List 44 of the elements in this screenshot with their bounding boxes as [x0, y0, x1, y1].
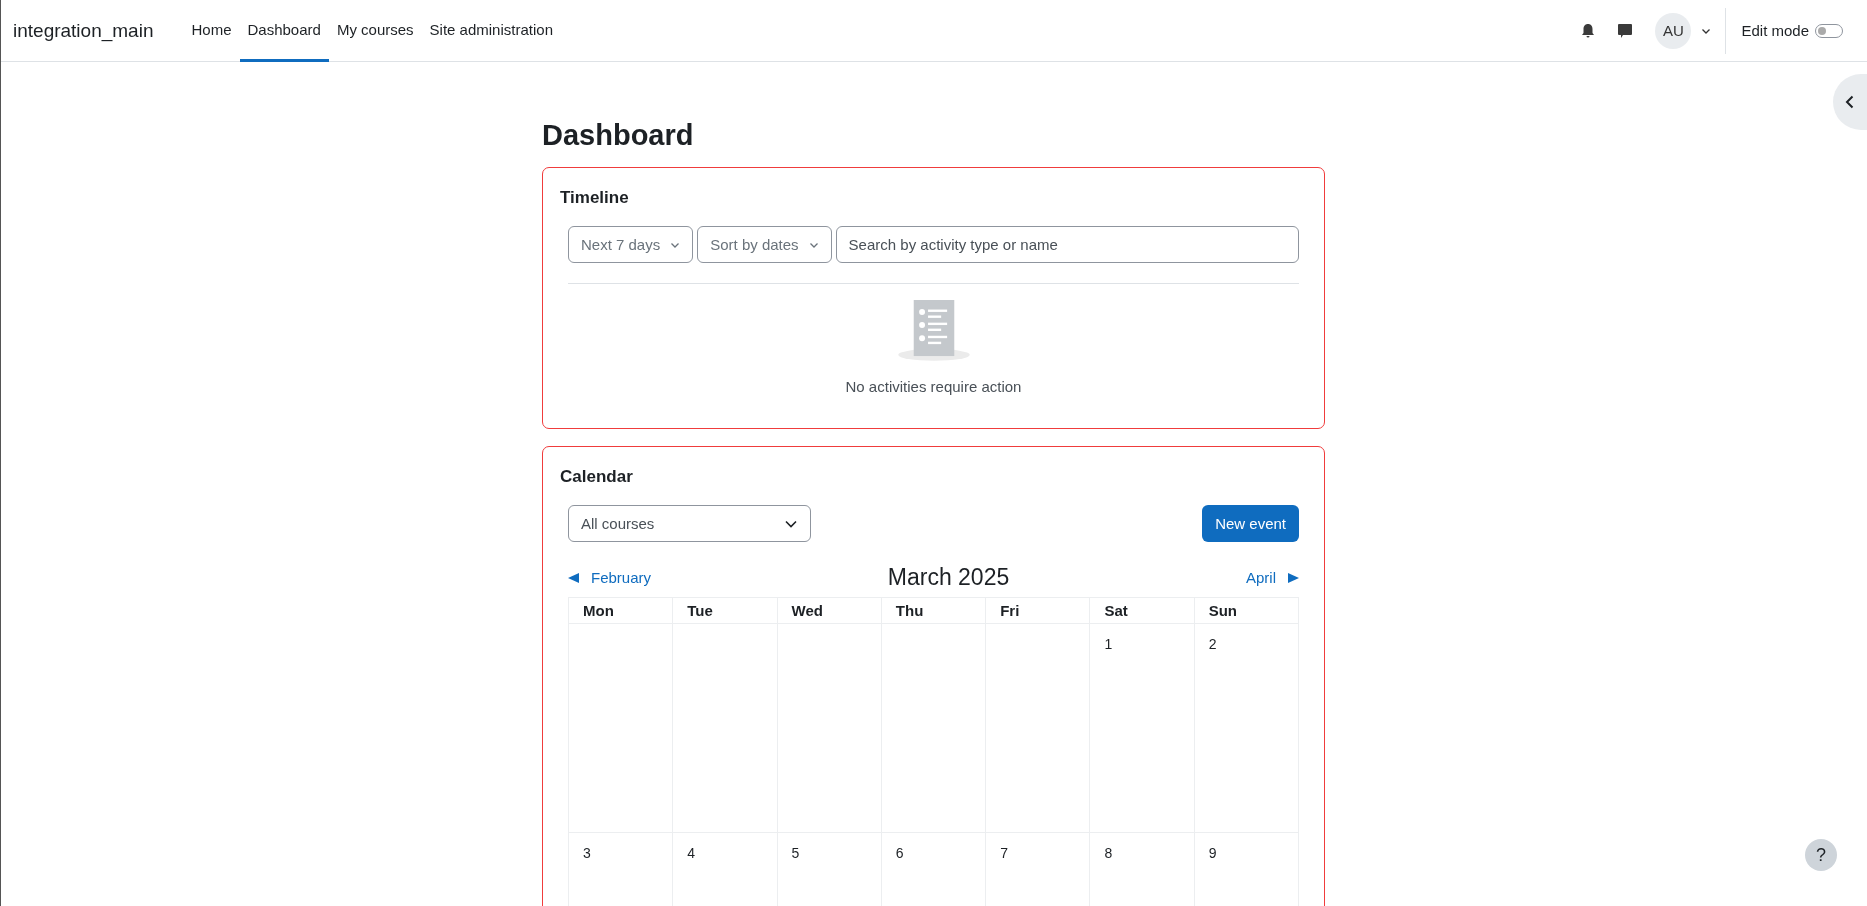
card-title: Calendar: [560, 467, 634, 487]
weekday-header: Mon: [568, 597, 673, 624]
day-number: 1: [1104, 636, 1113, 652]
left-triangle-icon: [568, 572, 579, 583]
previous-month-link[interactable]: February: [568, 569, 652, 586]
day-number: 9: [1208, 845, 1217, 861]
user-avatar[interactable]: AU: [1655, 12, 1692, 49]
next-month-link[interactable]: April: [1245, 569, 1299, 586]
empty-message: No activities require action: [845, 378, 1022, 395]
chevron-left-icon: [1845, 95, 1854, 109]
edit-mode-label: Edit mode: [1741, 22, 1809, 39]
weekday-header: Fri: [985, 597, 1090, 624]
empty-list-icon: [897, 300, 970, 362]
chevron-down-icon: [784, 518, 798, 529]
day-number: 4: [687, 845, 696, 861]
nav-link[interactable]: Home: [183, 0, 240, 62]
filter-dropdown[interactable]: Sort by dates: [697, 226, 832, 263]
weekday-header: Sat: [1089, 597, 1195, 624]
bell-icon[interactable]: [1581, 22, 1596, 39]
help-button[interactable]: ?: [1805, 839, 1837, 871]
search-field[interactable]: Search by activity type or name: [835, 226, 1299, 263]
month-title: March 2025: [887, 564, 1010, 591]
nav-link[interactable]: Site administration: [421, 0, 561, 62]
chat-icon[interactable]: [1617, 22, 1634, 39]
right-triangle-icon: [1288, 572, 1299, 583]
weekday-header: Wed: [777, 597, 882, 624]
day-number: 8: [1104, 845, 1113, 861]
day-number: 6: [895, 845, 904, 861]
new-event-button[interactable]: New event: [1202, 505, 1299, 542]
day-number: 3: [583, 845, 591, 861]
weekday-header: Tue: [672, 597, 778, 624]
drawer-toggle-button[interactable]: [1833, 74, 1867, 130]
nav-link[interactable]: My courses: [328, 0, 422, 62]
weekday-header: Thu: [881, 597, 986, 624]
course-select[interactable]: All courses: [568, 505, 811, 542]
weekday-header: Sun: [1194, 597, 1299, 624]
card-title: Timeline: [560, 188, 630, 208]
day-number: 5: [791, 845, 800, 861]
day-number: 2: [1208, 636, 1217, 652]
page-title: Dashboard: [542, 118, 695, 153]
filter-dropdown[interactable]: Next 7 days: [568, 226, 694, 263]
day-number: 7: [1000, 845, 1008, 861]
site-name[interactable]: integration_main: [13, 19, 154, 42]
nav-link[interactable]: Dashboard: [239, 0, 329, 62]
